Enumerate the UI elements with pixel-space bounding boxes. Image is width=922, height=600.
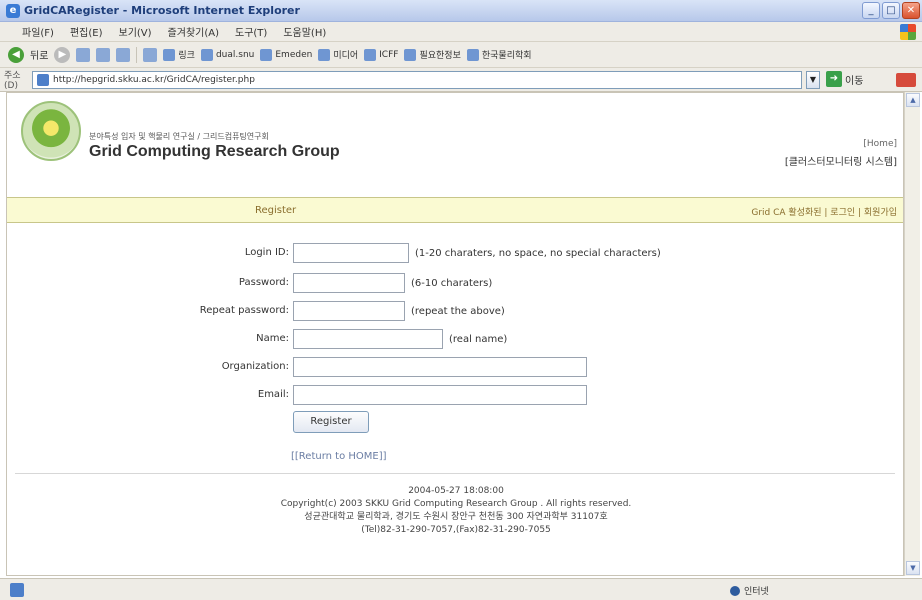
menu-file[interactable]: 파일(F): [22, 24, 54, 39]
page-icon: [37, 74, 49, 86]
globe-icon: [730, 585, 740, 596]
site-header: 분야특성 입자 및 핵물리 연구실 / 그리드컴퓨팅연구회 Grid Compu…: [7, 93, 903, 197]
home-link[interactable]: [Home]: [863, 139, 897, 149]
go-label: 이동: [845, 75, 864, 87]
site-title: Grid Computing Research Group: [89, 143, 340, 160]
login-id-input[interactable]: [293, 243, 409, 263]
organization-label: Organization:: [221, 361, 289, 372]
name-label: Name:: [256, 333, 289, 344]
link-media[interactable]: 미디어: [318, 48, 358, 61]
link-info[interactable]: 필요한정보: [404, 48, 461, 61]
site-footer: 2004-05-27 18:08:00 Copyright(c) 2003 SK…: [7, 485, 903, 537]
repeat-password-hint: (repeat the above): [411, 306, 505, 317]
go-arrow-icon: ➜: [826, 71, 842, 87]
nav-bar: Register Grid CA 활성화된 | 로그인 | 회원가입: [7, 197, 903, 223]
organization-row: Organization:: [7, 357, 903, 379]
password-row: Password: (6-10 charaters): [7, 273, 903, 295]
menu-bar: 파일(F) 편집(E) 보기(V) 즐겨찾기(A) 도구(T) 도움말(H): [0, 22, 922, 42]
menu-tools[interactable]: 도구(T): [235, 24, 267, 39]
address-url: http://hepgrid.skku.ac.kr/GridCA/registe…: [53, 75, 255, 85]
ie-icon: e: [6, 3, 20, 18]
address-label: 주소(D): [4, 71, 21, 91]
logo-icon: [21, 101, 81, 161]
menu-view[interactable]: 보기(V): [119, 24, 152, 39]
toolbar-divider: [136, 46, 138, 63]
login-hint: (1-20 charaters, no space, no special ch…: [415, 248, 661, 259]
nav-links[interactable]: Grid CA 활성화된 | 로그인 | 회원가입: [751, 205, 897, 218]
window-title: GridCARegister - Microsoft Internet Expl…: [24, 4, 300, 17]
login-row: Login ID: (1-20 charaters, no space, no …: [7, 243, 903, 265]
register-button[interactable]: Register: [293, 411, 369, 433]
menu-favorites[interactable]: 즐겨찾기(A): [168, 24, 219, 39]
name-row: Name: (real name): [7, 329, 903, 351]
go-button[interactable]: ➜ 이동: [826, 71, 863, 87]
cluster-monitoring-link[interactable]: [클러스터모니터링 시스템]: [785, 153, 897, 168]
address-bar: 주소(D) http://hepgrid.skku.ac.kr/GridCA/r…: [0, 68, 922, 92]
windows-logo-icon: [900, 24, 916, 40]
zone-label: 인터넷: [744, 587, 769, 597]
link-icon: [364, 48, 377, 61]
stop-icon[interactable]: [76, 47, 91, 62]
link-emeden[interactable]: Emeden: [260, 48, 312, 61]
home-icon[interactable]: [116, 47, 131, 62]
return-home-link[interactable]: [[Return to HOME]]: [291, 451, 387, 462]
link-icon: [404, 48, 417, 61]
status-bar: 인터넷: [0, 578, 922, 600]
internet-zone: 인터넷: [730, 584, 769, 597]
name-hint: (real name): [449, 334, 508, 345]
menu-edit[interactable]: 편집(E): [70, 24, 103, 39]
link-icon: [318, 48, 331, 61]
print-icon[interactable]: [143, 47, 158, 62]
footer-copyright: Copyright(c) 2003 SKKU Grid Computing Re…: [280, 499, 632, 509]
footer-address: 성균관대학교 물리학과, 경기도 수원시 장안구 천천동 300 자연과학부 3…: [304, 512, 608, 522]
link-icff[interactable]: ICFF: [364, 48, 398, 61]
link-icon: [200, 48, 213, 61]
link-kps[interactable]: 한국물리학회: [466, 48, 532, 61]
link-icon: [466, 48, 479, 61]
repeat-password-label: Repeat password:: [199, 305, 289, 316]
site-subtitle: 분야특성 입자 및 핵물리 연구실 / 그리드컴퓨팅연구회: [89, 132, 269, 141]
email-input[interactable]: [293, 385, 587, 405]
link-icon: [260, 48, 273, 61]
close-button[interactable]: ✕: [902, 2, 920, 19]
menu-help[interactable]: 도움말(H): [283, 24, 326, 39]
forward-icon[interactable]: ▶: [54, 46, 71, 63]
address-dropdown-icon[interactable]: ▼: [806, 71, 820, 89]
email-row: Email:: [7, 385, 903, 407]
password-label: Password:: [238, 277, 289, 288]
scroll-up-icon[interactable]: ▲: [906, 93, 920, 107]
window-controls: _ □ ✕: [862, 2, 920, 19]
nav-current-page: Register: [255, 205, 297, 216]
page-viewport: 분야특성 입자 및 핵물리 연구실 / 그리드컴퓨팅연구회 Grid Compu…: [6, 92, 904, 576]
minimize-button[interactable]: _: [862, 2, 880, 19]
links-label[interactable]: 링크: [163, 48, 195, 61]
login-label: Login ID:: [244, 247, 289, 258]
footer-divider: [15, 473, 895, 474]
address-input[interactable]: http://hepgrid.skku.ac.kr/GridCA/registe…: [32, 71, 802, 89]
footer-timestamp: 2004-05-27 18:08:00: [408, 486, 504, 496]
email-label: Email:: [257, 389, 289, 400]
repeat-password-row: Repeat password: (repeat the above): [7, 301, 903, 323]
extension-icon[interactable]: [896, 73, 916, 87]
back-button-label[interactable]: 뒤로: [30, 47, 48, 62]
page-status-icon: [10, 583, 24, 597]
back-icon[interactable]: ◀: [8, 46, 24, 63]
link-icon: [163, 48, 176, 61]
name-input[interactable]: [293, 329, 443, 349]
refresh-icon[interactable]: [96, 47, 111, 62]
organization-input[interactable]: [293, 357, 587, 377]
maximize-button[interactable]: □: [882, 2, 900, 19]
footer-contact: (Tel)82-31-290-7057,(Fax)82-31-290-7055: [361, 525, 551, 535]
password-hint: (6-10 charaters): [411, 278, 493, 289]
repeat-password-input[interactable]: [293, 301, 405, 321]
link-dual-snu[interactable]: dual.snu: [200, 48, 254, 61]
password-input[interactable]: [293, 273, 405, 293]
window-titlebar[interactable]: e GridCARegister - Microsoft Internet Ex…: [0, 0, 922, 22]
scroll-down-icon[interactable]: ▼: [906, 561, 920, 575]
browser-toolbar: ◀ 뒤로 ▶ 링크 dual.snu Emeden 미디어 ICFF 필요한정보…: [0, 42, 922, 68]
vertical-scrollbar[interactable]: ▲ ▼: [904, 92, 920, 576]
